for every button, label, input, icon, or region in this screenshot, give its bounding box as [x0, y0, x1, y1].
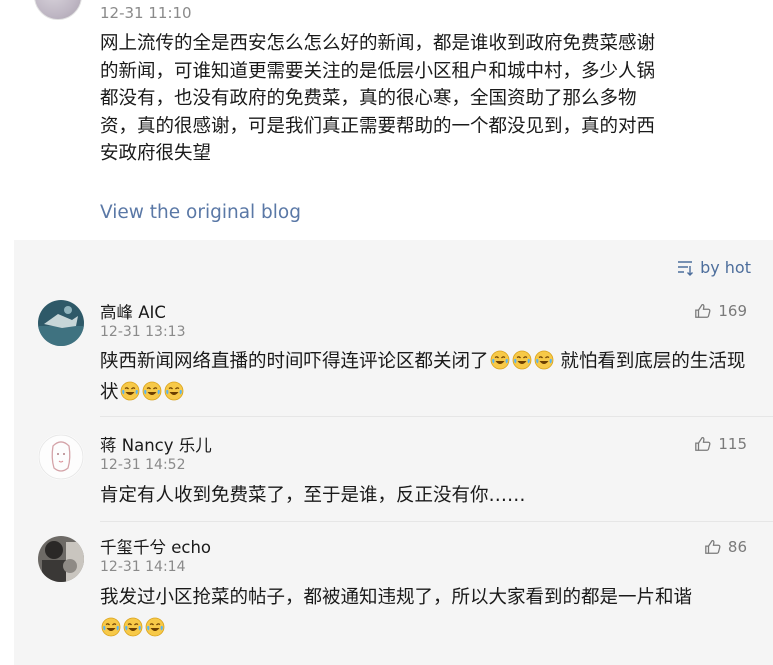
comment-item: 蒋 Nancy 乐儿 12-31 14:52 115 肯定有人收到免费菜了，至于… [14, 430, 773, 530]
commenter-name[interactable]: 千玺千兮 echo [100, 534, 211, 558]
comment-text: 肯定有人收到免费菜了，至于是谁，反正没有你…… [100, 485, 526, 506]
comment-time: 12-31 14:52 [100, 457, 186, 473]
like-button[interactable]: 86 [704, 538, 747, 556]
comment-text: 我发过小区抢菜的帖子，都被通知违规了，所以大家看到的都是一片和谐 [100, 582, 750, 644]
laugh-cry-emoji-icon [123, 617, 143, 637]
laugh-cry-emoji-icon [101, 617, 121, 637]
comment-time: 12-31 14:14 [100, 559, 186, 575]
comment-text-part: 陕西新闻网络直播的时间吓得连评论区都关闭了 [100, 351, 489, 372]
comments-panel: by hot 高峰 AIC 12-31 13:13 169 陕西新闻网络直播的时… [14, 240, 773, 665]
comment-text-part: 我发过小区抢菜的帖子，都被通知违规了，所以大家看到的都是一片和谐 [100, 587, 693, 608]
commenter-avatar[interactable] [38, 536, 84, 582]
post-time: 12-31 11:10 [100, 4, 192, 22]
sort-label: by hot [700, 258, 751, 277]
comment-time: 12-31 13:13 [100, 324, 186, 340]
laugh-cry-emoji-icon [512, 350, 532, 370]
thumbs-up-icon [704, 538, 722, 556]
like-button[interactable]: 169 [694, 302, 747, 320]
divider [100, 416, 773, 417]
commenter-avatar[interactable] [38, 300, 84, 346]
like-count: 169 [718, 302, 747, 320]
laugh-cry-emoji-icon [534, 350, 554, 370]
comment-item: 高峰 AIC 12-31 13:13 169 陕西新闻网络直播的时间吓得连评论区… [14, 298, 773, 428]
comment-text: 陕西新闻网络直播的时间吓得连评论区都关闭了 就怕看到底层的生活现状 [100, 346, 750, 408]
like-button[interactable]: 115 [694, 435, 747, 453]
commenter-name[interactable]: 蒋 Nancy 乐儿 [100, 432, 212, 456]
comment-item: 千玺千兮 echo 12-31 14:14 86 我发过小区抢菜的帖子，都被通知… [14, 532, 773, 662]
thumbs-up-icon [694, 302, 712, 320]
laugh-cry-emoji-icon [142, 381, 162, 401]
laugh-cry-emoji-icon [145, 617, 165, 637]
sort-by-hot-button[interactable]: by hot [676, 258, 751, 277]
commenter-avatar[interactable] [38, 434, 84, 480]
sort-icon [678, 260, 694, 276]
commenter-name[interactable]: 高峰 AIC [100, 299, 166, 323]
post-content: 网上流传的全是西安怎么怎么好的新闻，都是谁收到政府免费菜感谢的新闻，可谁知道更需… [100, 33, 656, 165]
original-post: 12-31 11:10 网上流传的全是西安怎么怎么好的新闻，都是谁收到政府免费菜… [0, 0, 773, 240]
laugh-cry-emoji-icon [164, 381, 184, 401]
laugh-cry-emoji-icon [490, 350, 510, 370]
poster-avatar[interactable] [34, 0, 82, 20]
like-count: 86 [727, 538, 747, 556]
divider [100, 521, 773, 522]
view-original-blog-link[interactable]: View the original blog [100, 202, 301, 223]
laugh-cry-emoji-icon [120, 381, 140, 401]
like-count: 115 [718, 435, 747, 453]
thumbs-up-icon [694, 435, 712, 453]
